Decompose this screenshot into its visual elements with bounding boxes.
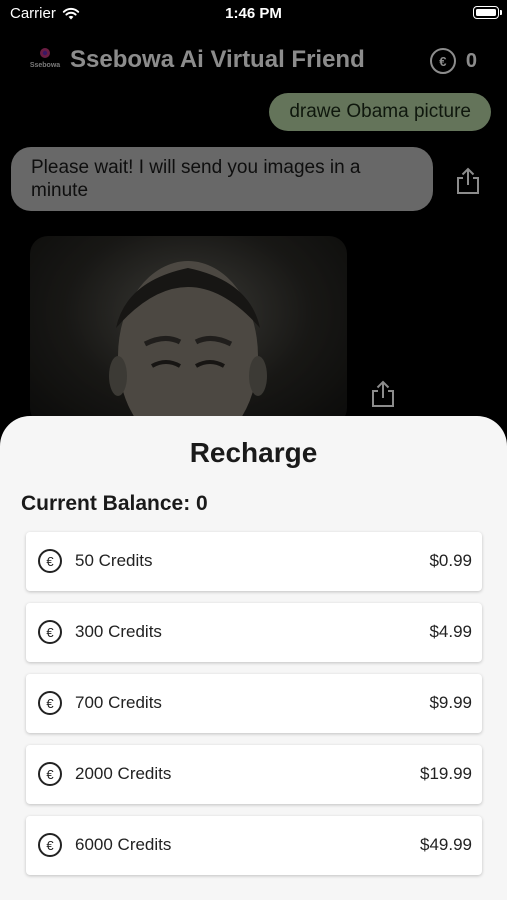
credit-package-price: $49.99 (420, 835, 472, 854)
recharge-title: Recharge (189, 437, 318, 468)
credit-package-label: 2000 Credits (75, 764, 172, 783)
header-balance[interactable]: € 0 (429, 48, 477, 74)
credit-package-price: $9.99 (429, 693, 472, 712)
euro-coin-icon: € (38, 691, 62, 715)
euro-coin-icon: € (429, 48, 456, 74)
battery-icon (473, 6, 502, 19)
status-bar: Carrier 1:46 PM (0, 0, 507, 28)
share-icon[interactable] (369, 379, 397, 409)
status-time: 1:46 PM (225, 5, 282, 22)
credit-package-price: $19.99 (420, 764, 472, 783)
credit-package-300[interactable]: € 300 Credits $4.99 (26, 603, 482, 662)
header-balance-value: 0 (465, 49, 477, 72)
credit-package-700[interactable]: € 700 Credits $9.99 (26, 674, 482, 733)
credit-package-6000[interactable]: € 6000 Credits $49.99 (26, 816, 482, 875)
logo-text: Ssebowa (29, 62, 61, 69)
credit-package-label: 50 Credits (75, 551, 153, 570)
chat-area: drawe Obama picture Please wait! I will … (0, 88, 507, 426)
user-message-bubble: drawe Obama picture (269, 93, 491, 131)
logo-mark-icon (40, 48, 50, 58)
euro-coin-icon: € (38, 549, 62, 573)
app-title: Ssebowa Ai Virtual Friend (70, 46, 365, 73)
credit-package-50[interactable]: € 50 Credits $0.99 (26, 532, 482, 591)
share-icon[interactable] (454, 166, 482, 196)
credit-package-label: 6000 Credits (75, 835, 172, 854)
current-balance: Current Balance: 0 (21, 492, 208, 515)
euro-coin-icon: € (38, 833, 62, 857)
euro-coin-icon: € (38, 762, 62, 786)
credit-package-2000[interactable]: € 2000 Credits $19.99 (26, 745, 482, 804)
credit-package-price: $4.99 (429, 622, 472, 641)
app-logo: Ssebowa (26, 46, 64, 76)
credit-package-list: € 50 Credits $0.99 € 300 Credits $4.99 €… (26, 532, 482, 887)
generated-image[interactable] (30, 236, 347, 426)
recharge-sheet: Recharge Current Balance: 0 € 50 Credits… (0, 416, 507, 900)
app-header: Ssebowa Ssebowa Ai Virtual Friend € 0 (0, 38, 507, 82)
credit-package-price: $0.99 (429, 551, 472, 570)
euro-coin-icon: € (38, 620, 62, 644)
portrait-illustration (109, 261, 267, 426)
credit-package-label: 700 Credits (75, 693, 162, 712)
credit-package-label: 300 Credits (75, 622, 162, 641)
bot-message-bubble: Please wait! I will send you images in a… (11, 147, 433, 211)
